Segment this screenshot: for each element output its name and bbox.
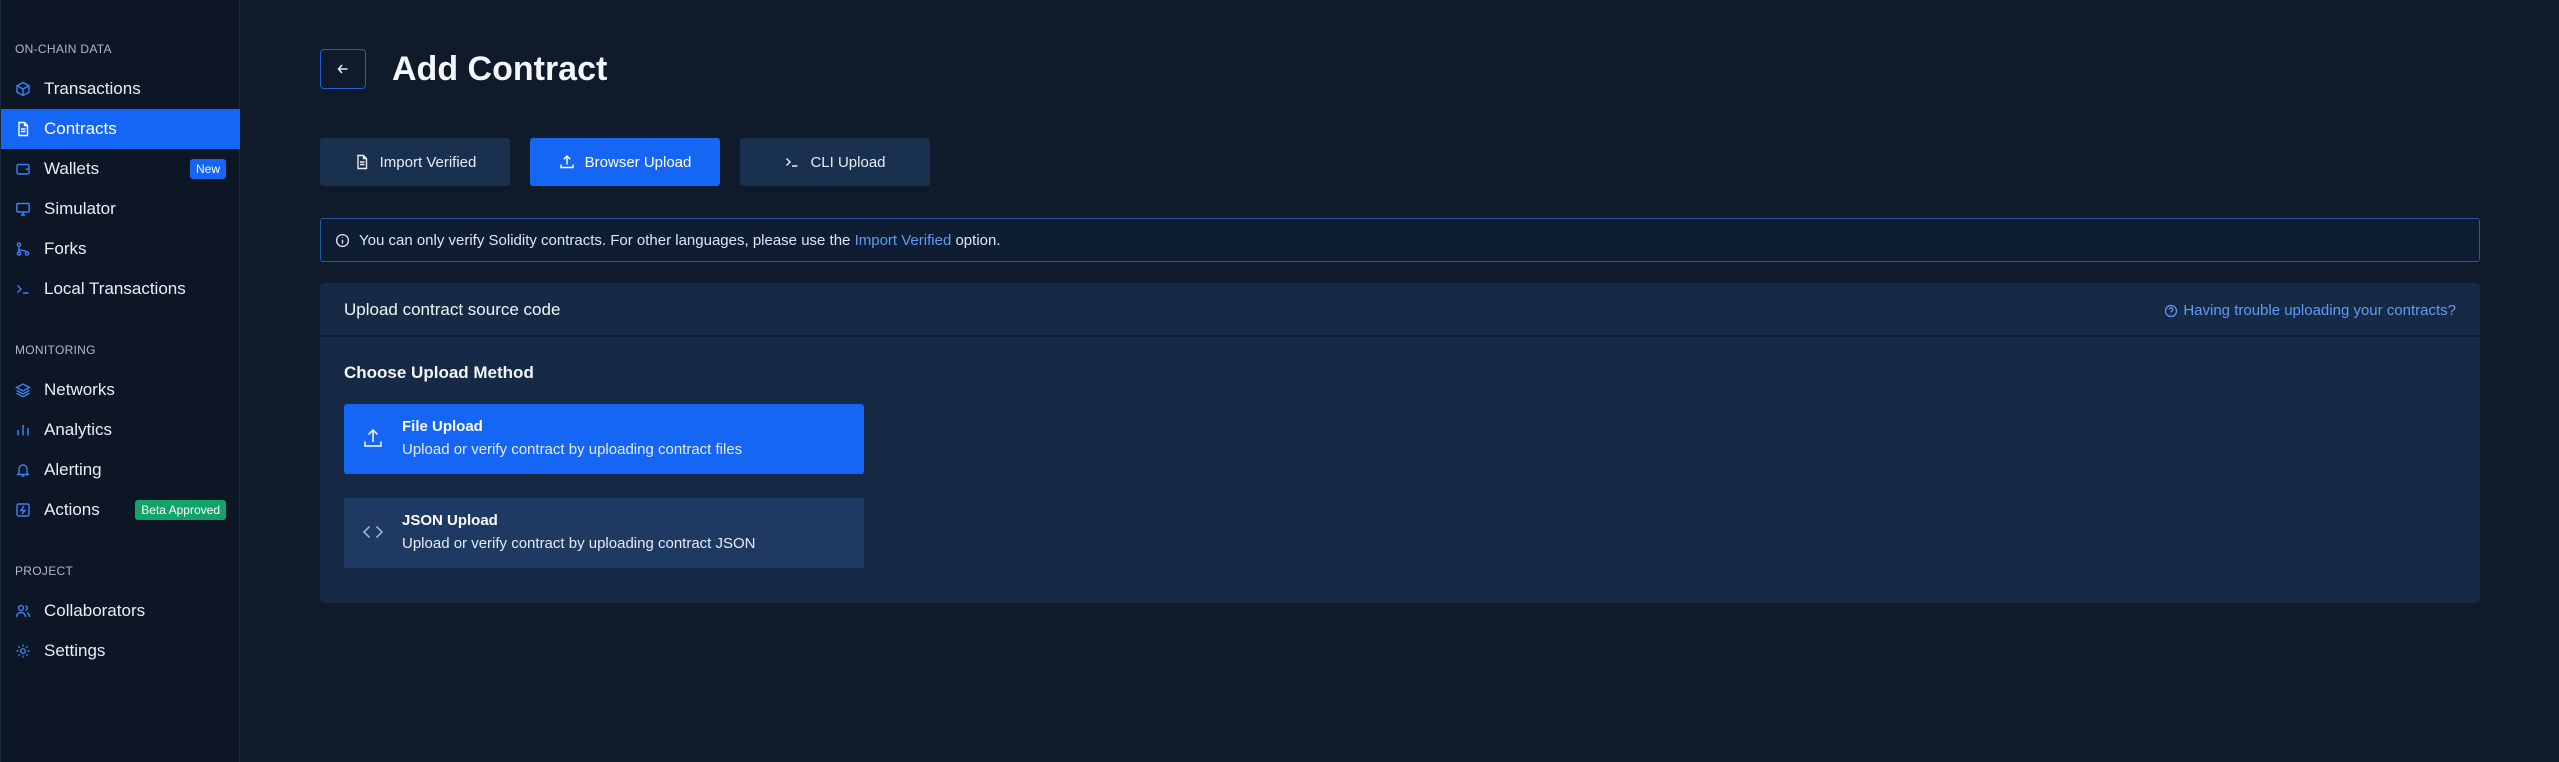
bell-icon: [15, 462, 31, 478]
help-link-label: Having trouble uploading your contracts?: [2183, 302, 2456, 319]
document-icon: [15, 121, 31, 137]
sidebar-item-label: Networks: [44, 380, 115, 399]
terminal-icon: [784, 154, 800, 170]
choose-upload-method-title: Choose Upload Method: [344, 363, 534, 382]
sidebar-item-label: Transactions: [44, 79, 141, 98]
tab-label: Import Verified: [379, 153, 477, 171]
bar-chart-icon: [15, 422, 31, 438]
question-circle-icon: [2164, 304, 2178, 318]
info-text: You can only verify Solidity contracts. …: [359, 231, 851, 249]
option-description: Upload or verify contract by uploading c…: [402, 441, 743, 458]
code-icon: [362, 521, 384, 543]
sidebar-item-actions[interactable]: Actions Beta Approved: [1, 490, 240, 530]
arrow-left-icon: [336, 62, 350, 76]
sidebar-item-wallets[interactable]: Wallets New: [1, 149, 240, 189]
sidebar-item-collaborators[interactable]: Collaborators: [1, 591, 240, 631]
tab-label: Browser Upload: [584, 153, 692, 171]
import-verified-link[interactable]: Import Verified: [855, 232, 952, 249]
sidebar-item-label: Collaborators: [44, 601, 146, 620]
lightning-icon: [15, 502, 31, 518]
info-icon: [335, 233, 359, 248]
sidebar-item-label: Actions: [44, 500, 100, 519]
tab-cli-upload[interactable]: CLI Upload: [740, 138, 930, 186]
sidebar-item-networks[interactable]: Networks: [1, 370, 240, 410]
cube-icon: [15, 81, 31, 97]
sidebar-item-label: Settings: [44, 641, 106, 660]
info-banner: You can only verify Solidity contracts. …: [320, 218, 2480, 262]
json-upload-option[interactable]: JSON Upload Upload or verify contract by…: [344, 498, 864, 568]
page-title: Add Contract: [392, 50, 608, 88]
sidebar-item-contracts[interactable]: Contracts: [1, 109, 240, 149]
sidebar-item-label: Wallets: [44, 159, 100, 178]
layers-icon: [15, 382, 31, 398]
new-badge: New: [189, 159, 226, 179]
upload-panel: Upload contract source code Having troub…: [320, 283, 2480, 603]
document-icon: [354, 154, 370, 170]
sidebar-item-local-transactions[interactable]: Local Transactions: [1, 269, 240, 309]
fork-icon: [15, 241, 31, 257]
option-title: File Upload: [402, 418, 483, 435]
sidebar-item-label: Alerting: [44, 460, 102, 479]
tab-label: CLI Upload: [810, 153, 886, 171]
beta-approved-badge: Beta Approved: [135, 500, 226, 520]
section-title-on-chain-data: ON-CHAIN DATA: [15, 42, 112, 56]
option-description: Upload or verify contract by uploading c…: [402, 535, 756, 552]
upload-icon: [559, 154, 575, 170]
sidebar-item-simulator[interactable]: Simulator: [1, 189, 240, 229]
sidebar-item-alerting[interactable]: Alerting: [1, 450, 240, 490]
option-title: JSON Upload: [402, 512, 498, 529]
info-text-after: option.: [955, 231, 1001, 249]
sidebar-item-transactions[interactable]: Transactions: [1, 69, 240, 109]
wallet-icon: [15, 161, 31, 177]
sidebar: ON-CHAIN DATA Transactions Contracts Wal…: [0, 0, 240, 762]
tab-browser-upload[interactable]: Browser Upload: [530, 138, 720, 186]
upload-icon: [362, 427, 384, 449]
sidebar-item-label: Contracts: [44, 119, 117, 138]
panel-title: Upload contract source code: [344, 300, 561, 319]
sidebar-item-settings[interactable]: Settings: [1, 631, 240, 671]
monitor-icon: [15, 201, 31, 217]
sidebar-item-label: Local Transactions: [44, 279, 186, 298]
sidebar-item-label: Forks: [44, 239, 87, 258]
sidebar-item-forks[interactable]: Forks: [1, 229, 240, 269]
tab-import-verified[interactable]: Import Verified: [320, 138, 510, 186]
file-upload-option[interactable]: File Upload Upload or verify contract by…: [344, 404, 864, 474]
help-link[interactable]: Having trouble uploading your contracts?: [2164, 302, 2456, 319]
sidebar-item-label: Simulator: [44, 199, 116, 218]
gear-icon: [15, 643, 31, 659]
section-title-project: PROJECT: [15, 564, 74, 578]
users-icon: [15, 603, 31, 619]
back-button[interactable]: [320, 49, 366, 89]
terminal-icon: [15, 281, 31, 297]
sidebar-item-label: Analytics: [44, 420, 113, 439]
panel-header: Upload contract source code Having troub…: [320, 283, 2480, 337]
section-title-monitoring: MONITORING: [15, 343, 96, 357]
sidebar-item-analytics[interactable]: Analytics: [1, 410, 240, 450]
